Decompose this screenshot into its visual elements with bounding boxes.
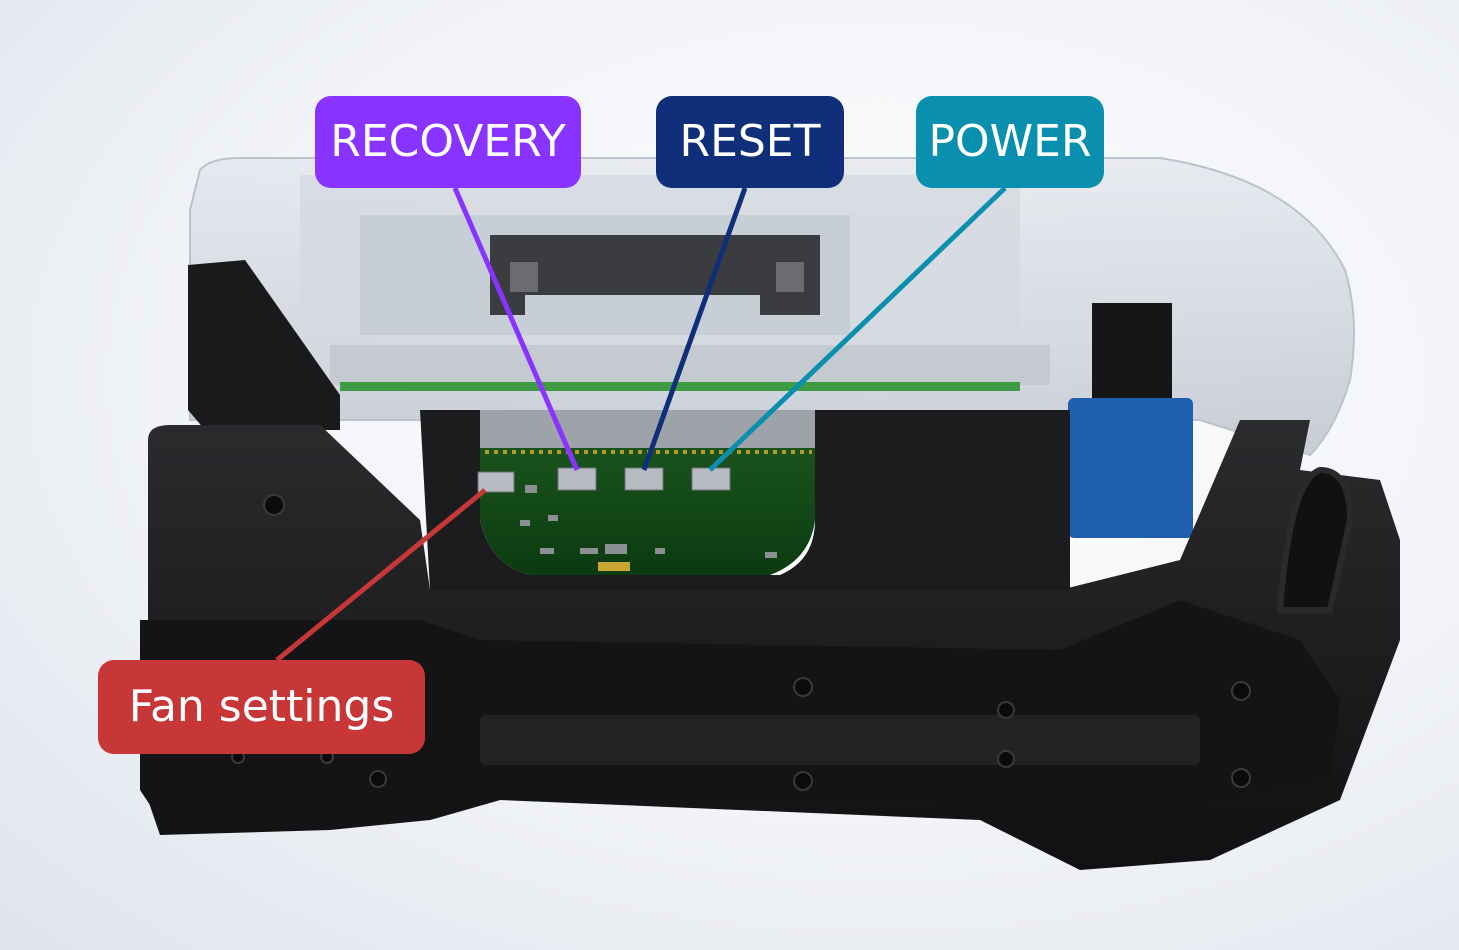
screw-left <box>510 262 538 292</box>
recovery-callout: RECOVERY <box>315 96 581 188</box>
pcb-edge <box>340 382 1020 391</box>
reset-callout: RESET <box>656 96 844 188</box>
screw-right <box>776 262 804 292</box>
blue-part <box>1068 398 1193 538</box>
glass-plate <box>330 345 1050 385</box>
reset-switch <box>624 467 664 491</box>
power-callout: POWER <box>916 96 1104 188</box>
lower-rail <box>480 715 1200 765</box>
recovery-switch <box>557 467 597 491</box>
fan-settings-callout: Fan settings <box>98 660 425 754</box>
power-switch <box>691 467 731 491</box>
